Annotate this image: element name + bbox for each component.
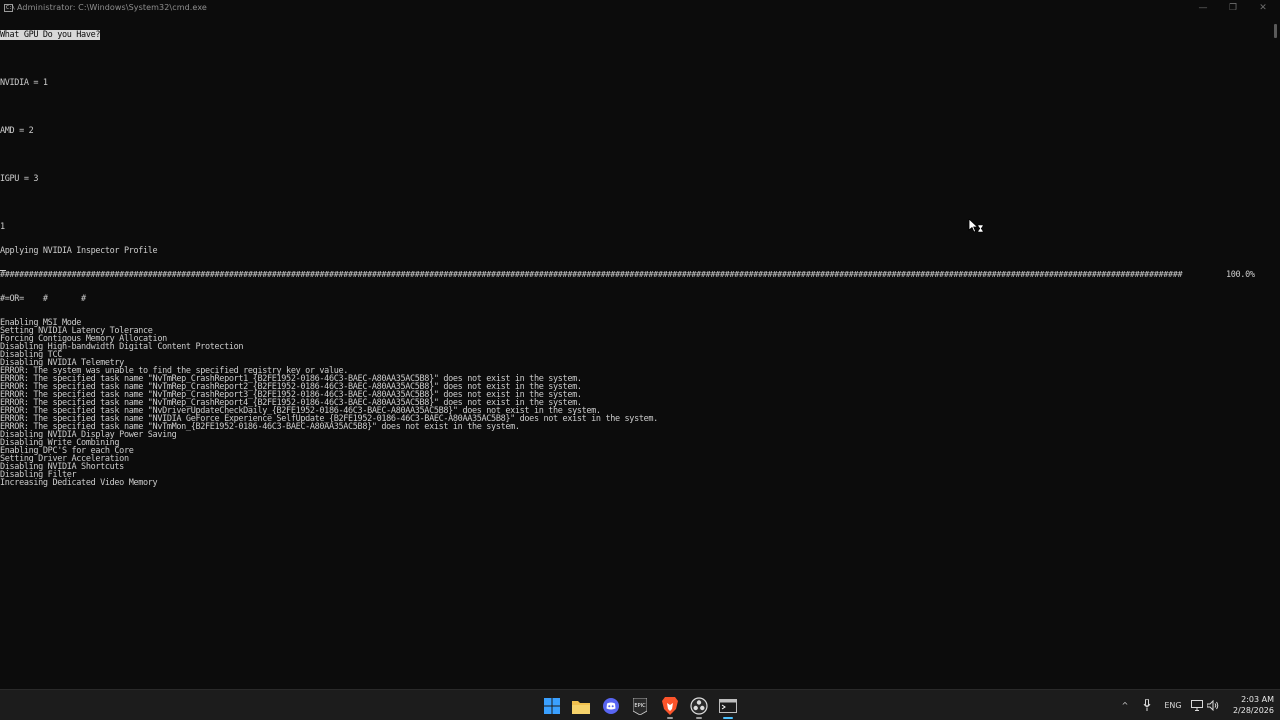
taskbar-clock[interactable]: 2:03 AM 2/28/2026 [1226,694,1274,716]
console-log-line: Setting Driver Acceleration [0,454,129,464]
console-log-line: Enabling DPC'S for each Core [0,446,134,456]
console-log-line: Disabling High-bandwidth Digital Content… [0,342,244,352]
language-indicator[interactable]: ENG [1160,698,1186,712]
console-user-input: 1 [0,222,5,232]
clock-time: 2:03 AM [1241,695,1274,704]
running-indicator [667,717,673,719]
running-indicator [696,717,702,719]
console-output[interactable]: What GPU Do you Have? NVIDIA = 1 AMD = 2… [0,15,1272,689]
discord-icon[interactable] [601,696,621,716]
obs-studio-icon[interactable] [689,696,709,719]
progress-bar-fill: ########################################… [0,271,1183,279]
progress-percent: 100.0% [1226,270,1255,280]
cmd-icon: C:\ [4,3,16,12]
clock-date: 2/28/2026 [1232,706,1274,715]
console-applying-line: Applying NVIDIA Inspector Profile [0,246,158,256]
console-option: AMD = 2 [0,126,34,136]
svg-text:EPIC: EPIC [634,703,646,709]
window-titlebar[interactable]: C:\ Administrator: C:\Windows\System32\c… [0,0,1280,15]
console-progress-garbage: #=OR= # # [0,294,86,304]
mouse-pointer-icon [968,218,984,235]
console-option: NVIDIA = 1 [0,78,48,88]
console-log-line: Setting NVIDIA Latency Tolerance [0,326,153,336]
progress-bar: ########################################… [0,270,1272,280]
console-log-line: Increasing Dedicated Video Memory [0,478,158,488]
console-option: IGPU = 3 [0,174,39,184]
windows-start-icon[interactable] [542,696,562,716]
console-scrollbar[interactable] [1274,24,1277,38]
console-log-line: Enabling MSI Mode [0,318,82,328]
microphone-icon[interactable] [1140,698,1154,712]
console-log-line: Disabling NVIDIA Display Power Saving [0,430,177,440]
active-indicator [723,717,733,719]
file-explorer-icon[interactable] [571,696,591,716]
console-log: Enabling MSI Mode Setting NVIDIA Latency … [0,318,1272,488]
console-log-line: Disabling NVIDIA Shortcuts [0,462,124,472]
window-title: Administrator: C:\Windows\System32\cmd.e… [17,3,207,12]
console-log-line: Disabling TCC [0,350,62,360]
taskbar: EPIC ^ ENG 2:03 AM 2/28/2026 [0,689,1280,720]
maximize-button[interactable]: ❐ [1218,0,1248,15]
console-log-line: Disabling Write Combining [0,438,120,448]
console-prompt-question: What GPU Do you Have? [0,30,101,40]
volume-icon[interactable] [1206,698,1220,712]
epic-games-icon[interactable]: EPIC [630,696,650,716]
minimize-button[interactable]: — [1188,0,1218,15]
close-button[interactable]: ✕ [1248,0,1278,15]
terminal-icon[interactable] [718,696,738,719]
console-log-line: Disabling Filter [0,470,77,480]
network-icon[interactable] [1190,698,1204,712]
console-log-line: ERROR: The specified task name "NvTmMon_… [0,422,520,432]
brave-browser-icon[interactable] [660,696,680,719]
text-cursor [0,270,6,271]
show-hidden-icons-chevron[interactable]: ^ [1118,698,1132,712]
